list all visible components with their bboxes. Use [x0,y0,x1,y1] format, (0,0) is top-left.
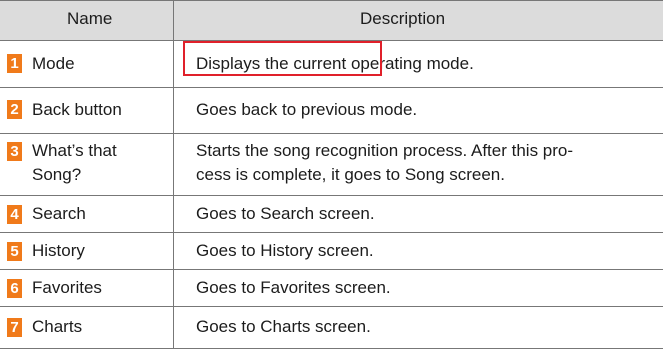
table-row: 3 What’s that Song? Starts the song reco… [0,134,663,195]
number-badge: 3 [7,142,22,161]
item-name: Mode [32,54,75,73]
item-name: Charts [32,317,83,336]
item-name: Back button [32,100,122,119]
table-row: 4 Search Goes to Search screen. [0,196,663,232]
number-badge: 6 [7,279,22,298]
item-description: Starts the song recognition process. Aft… [196,141,574,160]
description-cell: Goes to Search screen. [196,202,658,226]
description-cell: Starts the song recognition process. Aft… [196,139,658,187]
description-cell: Goes to Charts screen. [196,315,658,339]
number-badge: 5 [7,242,22,261]
number-badge: 1 [7,54,22,73]
table-border-top [0,0,663,1]
table-border-bottom [0,348,663,349]
item-name: Song? [32,165,82,184]
table-row: 7 Charts Goes to Charts screen. [0,307,663,348]
name-cell: 1 Mode [7,41,171,87]
item-description: Goes to Charts screen. [196,317,371,336]
item-name: Favorites [32,278,102,297]
item-description: Goes to History screen. [196,241,374,260]
table-row: 5 History Goes to History screen. [0,233,663,269]
column-header-description: Description [360,9,446,28]
table-row: 6 Favorites Goes to Favorites screen. [0,270,663,306]
item-description: Goes back to previous mode. [196,100,418,119]
column-header-name: Name [67,9,113,28]
table-row: 2 Back button Goes back to previous mode… [0,88,663,133]
item-name: Search [32,204,86,223]
item-name: History [32,241,85,260]
table-header: Name Description [0,0,663,41]
item-description: Goes to Favorites screen. [196,278,391,297]
number-badge: 7 [7,318,22,337]
item-name: What’s that [32,141,117,160]
description-cell: Goes to History screen. [196,239,658,263]
description-cell: Goes back to previous mode. [196,98,658,122]
item-description: cess is complete, it goes to Song screen… [196,165,505,184]
number-badge: 2 [7,100,22,119]
item-description: Goes to Search screen. [196,204,375,223]
number-badge: 4 [7,205,22,224]
description-cell: Goes to Favorites screen. [196,276,658,300]
highlight-box [183,41,382,76]
